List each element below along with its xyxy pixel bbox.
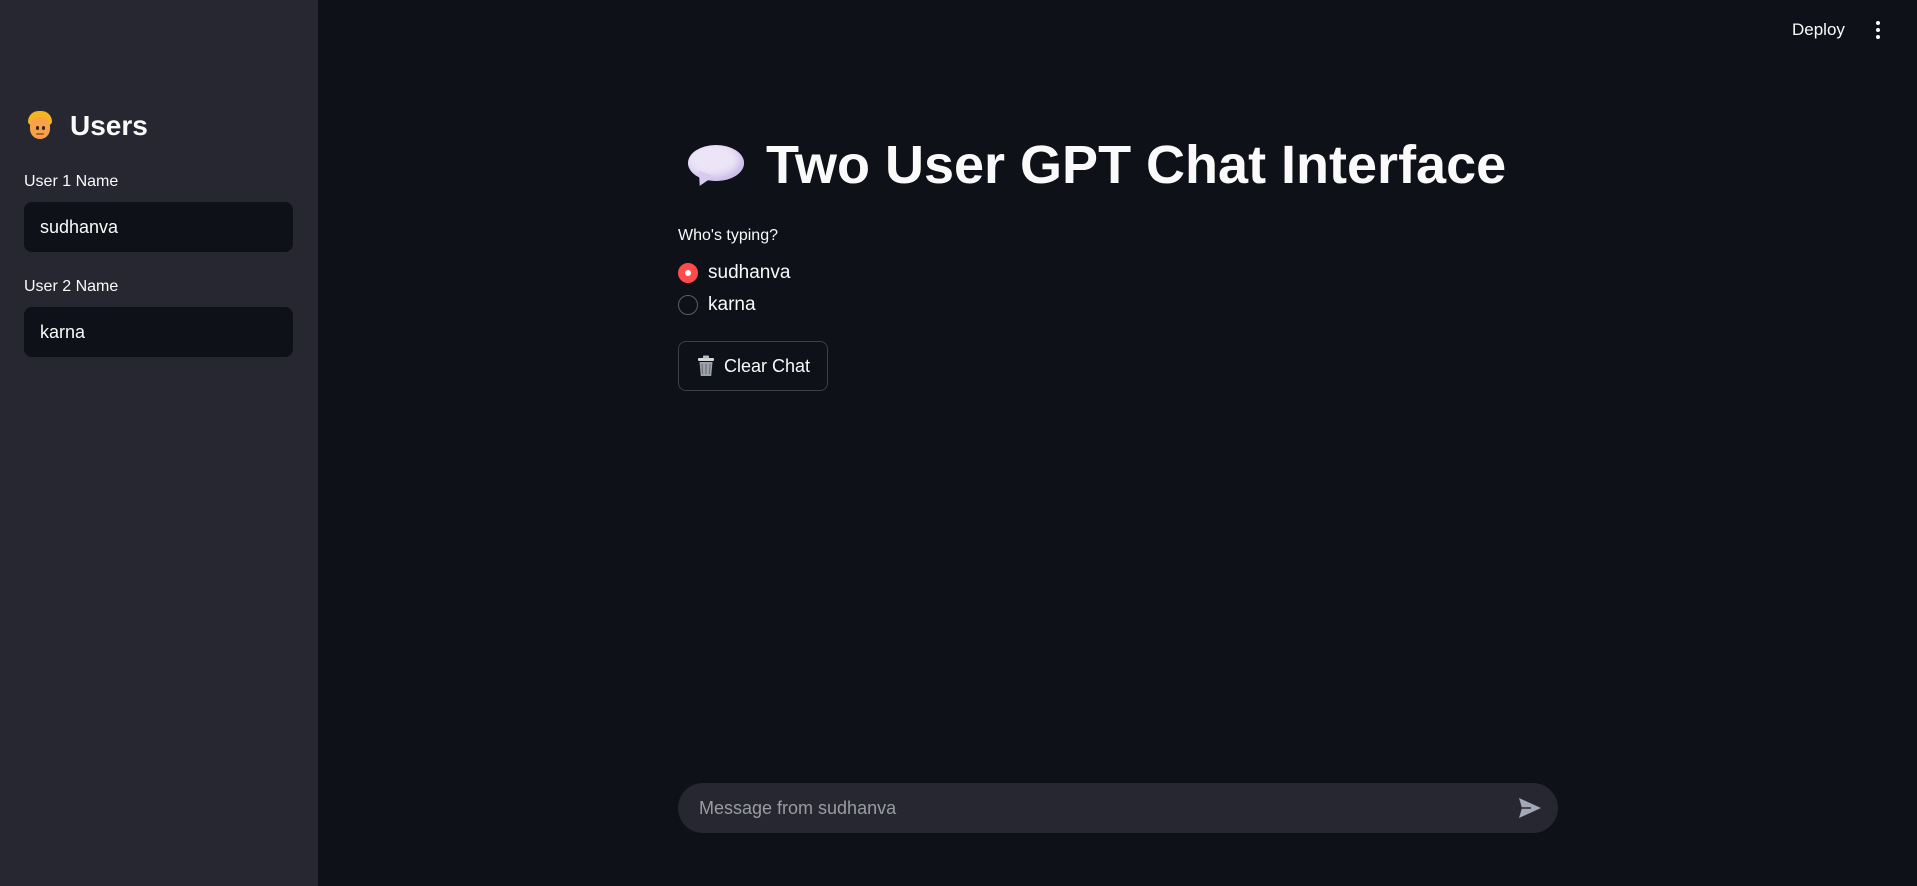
page-title-text: Two User GPT Chat Interface: [766, 135, 1507, 195]
radio-option-user1[interactable]: sudhanva: [678, 262, 790, 284]
user2-name-input[interactable]: [24, 307, 293, 357]
user1-name-input[interactable]: [24, 202, 293, 252]
clear-chat-button[interactable]: Clear Chat: [678, 341, 828, 391]
speech-bubble-icon: [688, 141, 744, 190]
send-button[interactable]: [1516, 795, 1544, 821]
radio-unchecked-icon: [678, 295, 698, 315]
typing-radio-label: Who's typing?: [678, 227, 778, 244]
main-menu-button[interactable]: [1866, 16, 1890, 44]
user1-name-label: User 1 Name: [24, 173, 119, 190]
trash-icon: [696, 355, 716, 377]
app: Users User 1 Name User 2 Name Deploy Two…: [0, 0, 1917, 886]
chat-message-input[interactable]: [678, 783, 1478, 833]
sidebar-heading-text: Users: [70, 110, 148, 141]
user2-name-label: User 2 Name: [24, 278, 119, 295]
chat-input-container: [678, 783, 1558, 833]
page-title: Two User GPT Chat Interface: [688, 134, 1506, 196]
radio-option-user2[interactable]: karna: [678, 294, 756, 316]
vertical-dots-icon: [1876, 21, 1880, 25]
radio-option-label: sudhanva: [708, 262, 791, 283]
clear-chat-label: Clear Chat: [723, 355, 811, 376]
sidebar: Users User 1 Name User 2 Name: [0, 0, 318, 886]
send-icon: [1519, 798, 1541, 818]
sidebar-heading: Users: [26, 110, 148, 142]
radio-checked-icon: [678, 263, 698, 283]
radio-option-label: karna: [708, 294, 756, 315]
user-emoji-icon: [26, 111, 54, 141]
deploy-button[interactable]: Deploy: [1778, 16, 1859, 44]
